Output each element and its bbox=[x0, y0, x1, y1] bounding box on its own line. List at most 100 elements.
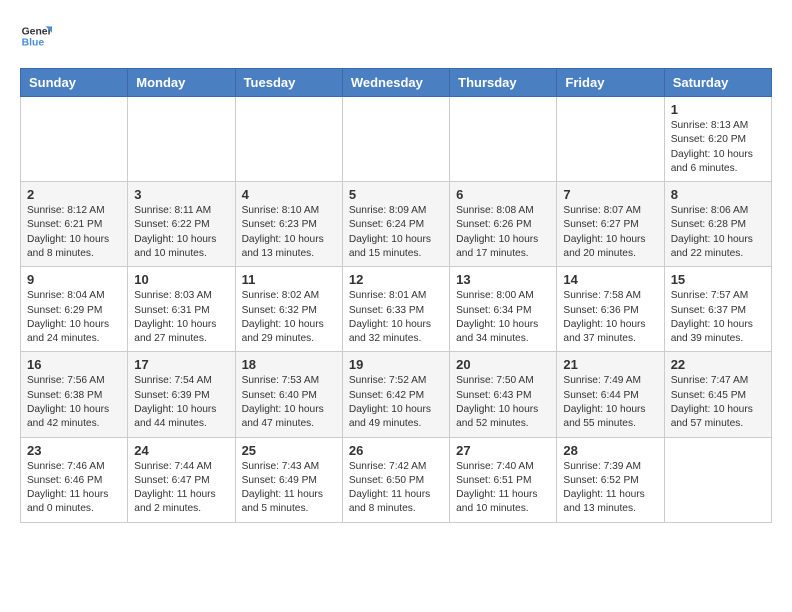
calendar-cell bbox=[664, 437, 771, 522]
day-number: 24 bbox=[134, 443, 228, 458]
week-row-5: 23 Sunrise: 7:46 AM Sunset: 6:46 PM Dayli… bbox=[21, 437, 772, 522]
weekday-friday: Friday bbox=[557, 69, 664, 97]
weekday-wednesday: Wednesday bbox=[342, 69, 449, 97]
day-info: Sunrise: 7:44 AM Sunset: 6:47 PM Dayligh… bbox=[134, 460, 228, 517]
logo-icon: General Blue bbox=[20, 20, 52, 52]
week-row-1: 1 Sunrise: 8:13 AM Sunset: 6:20 PM Daylig… bbox=[21, 97, 772, 182]
day-info: Sunrise: 7:49 AM Sunset: 6:44 PM Dayligh… bbox=[563, 374, 657, 431]
calendar-table: SundayMondayTuesdayWednesdayThursdayFrid… bbox=[20, 68, 772, 523]
day-number: 27 bbox=[456, 443, 550, 458]
day-info: Sunrise: 8:12 AM Sunset: 6:21 PM Dayligh… bbox=[27, 204, 121, 261]
calendar-cell: 20 Sunrise: 7:50 AM Sunset: 6:43 PM Dayli… bbox=[450, 352, 557, 437]
calendar-cell: 6 Sunrise: 8:08 AM Sunset: 6:26 PM Daylig… bbox=[450, 182, 557, 267]
day-info: Sunrise: 7:46 AM Sunset: 6:46 PM Dayligh… bbox=[27, 460, 121, 517]
weekday-thursday: Thursday bbox=[450, 69, 557, 97]
day-number: 1 bbox=[671, 102, 765, 117]
calendar-cell: 19 Sunrise: 7:52 AM Sunset: 6:42 PM Dayli… bbox=[342, 352, 449, 437]
day-info: Sunrise: 7:52 AM Sunset: 6:42 PM Dayligh… bbox=[349, 374, 443, 431]
day-number: 28 bbox=[563, 443, 657, 458]
calendar-cell bbox=[450, 97, 557, 182]
weekday-monday: Monday bbox=[128, 69, 235, 97]
calendar-cell: 5 Sunrise: 8:09 AM Sunset: 6:24 PM Daylig… bbox=[342, 182, 449, 267]
day-info: Sunrise: 8:13 AM Sunset: 6:20 PM Dayligh… bbox=[671, 119, 765, 176]
calendar-cell: 21Sunrise: 7:49 AM Sunset: 6:44 PM Dayli… bbox=[557, 352, 664, 437]
day-info: Sunrise: 8:09 AM Sunset: 6:24 PM Dayligh… bbox=[349, 204, 443, 261]
calendar-cell bbox=[557, 97, 664, 182]
day-number: 2 bbox=[27, 187, 121, 202]
calendar-cell: 16 Sunrise: 7:56 AM Sunset: 6:38 PM Dayli… bbox=[21, 352, 128, 437]
day-info: Sunrise: 7:57 AM Sunset: 6:37 PM Dayligh… bbox=[671, 289, 765, 346]
day-info: Sunrise: 8:08 AM Sunset: 6:26 PM Dayligh… bbox=[456, 204, 550, 261]
weekday-tuesday: Tuesday bbox=[235, 69, 342, 97]
calendar-cell: 24 Sunrise: 7:44 AM Sunset: 6:47 PM Dayli… bbox=[128, 437, 235, 522]
day-number: 11 bbox=[242, 272, 336, 287]
day-number: 26 bbox=[349, 443, 443, 458]
day-info: Sunrise: 7:39 AM Sunset: 6:52 PM Dayligh… bbox=[563, 460, 657, 517]
day-number: 14 bbox=[563, 272, 657, 287]
day-number: 3 bbox=[134, 187, 228, 202]
day-number: 16 bbox=[27, 357, 121, 372]
page-header: General Blue bbox=[20, 20, 772, 52]
day-number: 9 bbox=[27, 272, 121, 287]
calendar-cell bbox=[21, 97, 128, 182]
weekday-sunday: Sunday bbox=[21, 69, 128, 97]
calendar-cell: 4Sunrise: 8:10 AM Sunset: 6:23 PM Daylig… bbox=[235, 182, 342, 267]
day-info: Sunrise: 7:58 AM Sunset: 6:36 PM Dayligh… bbox=[563, 289, 657, 346]
calendar-cell: 3 Sunrise: 8:11 AM Sunset: 6:22 PM Daylig… bbox=[128, 182, 235, 267]
calendar-cell: 23 Sunrise: 7:46 AM Sunset: 6:46 PM Dayli… bbox=[21, 437, 128, 522]
day-info: Sunrise: 8:01 AM Sunset: 6:33 PM Dayligh… bbox=[349, 289, 443, 346]
day-info: Sunrise: 7:43 AM Sunset: 6:49 PM Dayligh… bbox=[242, 460, 336, 517]
day-number: 22 bbox=[671, 357, 765, 372]
calendar-cell: 10 Sunrise: 8:03 AM Sunset: 6:31 PM Dayli… bbox=[128, 267, 235, 352]
calendar-cell: 12 Sunrise: 8:01 AM Sunset: 6:33 PM Dayli… bbox=[342, 267, 449, 352]
day-number: 17 bbox=[134, 357, 228, 372]
day-number: 15 bbox=[671, 272, 765, 287]
day-number: 20 bbox=[456, 357, 550, 372]
calendar-cell bbox=[342, 97, 449, 182]
calendar-cell: 11 Sunrise: 8:02 AM Sunset: 6:32 PM Dayli… bbox=[235, 267, 342, 352]
week-row-4: 16 Sunrise: 7:56 AM Sunset: 6:38 PM Dayli… bbox=[21, 352, 772, 437]
calendar-cell: 14 Sunrise: 7:58 AM Sunset: 6:36 PM Dayli… bbox=[557, 267, 664, 352]
day-info: Sunrise: 7:40 AM Sunset: 6:51 PM Dayligh… bbox=[456, 460, 550, 517]
day-number: 13 bbox=[456, 272, 550, 287]
logo: General Blue bbox=[20, 20, 52, 52]
weekday-saturday: Saturday bbox=[664, 69, 771, 97]
day-info: Sunrise: 7:53 AM Sunset: 6:40 PM Dayligh… bbox=[242, 374, 336, 431]
day-info: Sunrise: 7:50 AM Sunset: 6:43 PM Dayligh… bbox=[456, 374, 550, 431]
calendar-cell: 17 Sunrise: 7:54 AM Sunset: 6:39 PM Dayli… bbox=[128, 352, 235, 437]
svg-text:Blue: Blue bbox=[22, 38, 45, 49]
calendar-cell: 25 Sunrise: 7:43 AM Sunset: 6:49 PM Dayli… bbox=[235, 437, 342, 522]
day-number: 23 bbox=[27, 443, 121, 458]
day-info: Sunrise: 7:54 AM Sunset: 6:39 PM Dayligh… bbox=[134, 374, 228, 431]
calendar-cell: 1 Sunrise: 8:13 AM Sunset: 6:20 PM Daylig… bbox=[664, 97, 771, 182]
day-info: Sunrise: 8:03 AM Sunset: 6:31 PM Dayligh… bbox=[134, 289, 228, 346]
day-number: 19 bbox=[349, 357, 443, 372]
day-info: Sunrise: 8:00 AM Sunset: 6:34 PM Dayligh… bbox=[456, 289, 550, 346]
week-row-3: 9 Sunrise: 8:04 AM Sunset: 6:29 PM Daylig… bbox=[21, 267, 772, 352]
week-row-2: 2 Sunrise: 8:12 AM Sunset: 6:21 PM Daylig… bbox=[21, 182, 772, 267]
calendar-cell: 9 Sunrise: 8:04 AM Sunset: 6:29 PM Daylig… bbox=[21, 267, 128, 352]
day-info: Sunrise: 7:42 AM Sunset: 6:50 PM Dayligh… bbox=[349, 460, 443, 517]
day-info: Sunrise: 7:56 AM Sunset: 6:38 PM Dayligh… bbox=[27, 374, 121, 431]
calendar-cell: 28 Sunrise: 7:39 AM Sunset: 6:52 PM Dayli… bbox=[557, 437, 664, 522]
day-info: Sunrise: 7:47 AM Sunset: 6:45 PM Dayligh… bbox=[671, 374, 765, 431]
day-number: 25 bbox=[242, 443, 336, 458]
day-number: 6 bbox=[456, 187, 550, 202]
day-number: 10 bbox=[134, 272, 228, 287]
day-number: 7 bbox=[563, 187, 657, 202]
day-number: 18 bbox=[242, 357, 336, 372]
day-info: Sunrise: 8:06 AM Sunset: 6:28 PM Dayligh… bbox=[671, 204, 765, 261]
day-number: 4 bbox=[242, 187, 336, 202]
calendar-cell: 2 Sunrise: 8:12 AM Sunset: 6:21 PM Daylig… bbox=[21, 182, 128, 267]
day-info: Sunrise: 8:02 AM Sunset: 6:32 PM Dayligh… bbox=[242, 289, 336, 346]
weekday-header-row: SundayMondayTuesdayWednesdayThursdayFrid… bbox=[21, 69, 772, 97]
day-info: Sunrise: 8:07 AM Sunset: 6:27 PM Dayligh… bbox=[563, 204, 657, 261]
day-number: 12 bbox=[349, 272, 443, 287]
day-info: Sunrise: 8:04 AM Sunset: 6:29 PM Dayligh… bbox=[27, 289, 121, 346]
day-number: 5 bbox=[349, 187, 443, 202]
calendar-cell: 18 Sunrise: 7:53 AM Sunset: 6:40 PM Dayli… bbox=[235, 352, 342, 437]
calendar-cell: 27 Sunrise: 7:40 AM Sunset: 6:51 PM Dayli… bbox=[450, 437, 557, 522]
calendar-cell: 8Sunrise: 8:06 AM Sunset: 6:28 PM Daylig… bbox=[664, 182, 771, 267]
calendar-cell: 22 Sunrise: 7:47 AM Sunset: 6:45 PM Dayli… bbox=[664, 352, 771, 437]
day-info: Sunrise: 8:11 AM Sunset: 6:22 PM Dayligh… bbox=[134, 204, 228, 261]
